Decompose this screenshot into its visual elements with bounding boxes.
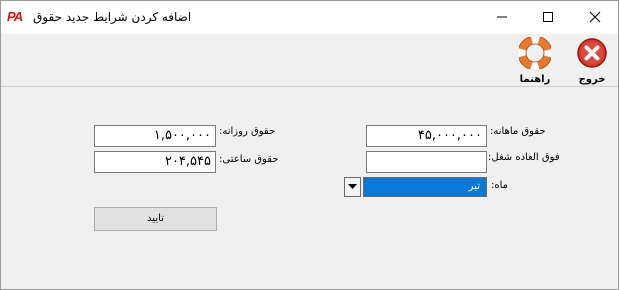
window-title: اضافه کردن شرایط جدید حقوق [33,10,192,24]
daily-salary-label: حقوق روزانه: [219,126,276,137]
daily-salary-input[interactable]: ۱,۵۰۰,۰۰۰ [94,125,216,147]
hourly-salary-input[interactable]: ۲۰۴,۵۴۵ [94,151,216,173]
title-bar: PA اضافه کردن شرایط جدید حقوق [1,1,618,34]
exit-button[interactable]: خروج [571,36,613,86]
minimize-button[interactable] [479,1,525,33]
dialog-window: PA اضافه کردن شرایط جدید حقوق خروج راهنم… [0,0,619,290]
close-icon [589,11,601,23]
dropdown-button[interactable] [344,177,361,197]
minimize-icon [497,16,507,18]
help-button[interactable]: راهنما [514,36,556,86]
close-button[interactable] [572,1,618,33]
app-logo: PA [7,9,23,24]
overtime-label: فوق العاده شغل: [488,152,560,163]
month-selected-value[interactable]: تیر [363,177,487,197]
toolbar: خروج راهنما [1,34,618,87]
confirm-button[interactable]: تایید [94,207,217,231]
month-select[interactable]: تیر [344,177,487,197]
hourly-salary-label: حقوق ساعتی: [219,154,279,165]
month-label: ماه: [491,180,509,191]
help-label: راهنما [519,74,551,85]
overtime-input[interactable] [366,151,487,173]
monthly-salary-label: حقوق ماهانه: [490,126,546,137]
chevron-down-icon [348,184,357,189]
monthly-salary-input[interactable]: ۴۵,۰۰۰,۰۰۰ [366,125,487,147]
exit-icon [577,38,607,68]
exit-label: خروج [578,74,606,85]
lifebuoy-icon [519,37,551,69]
maximize-icon [543,12,553,22]
maximize-button[interactable] [525,1,571,33]
